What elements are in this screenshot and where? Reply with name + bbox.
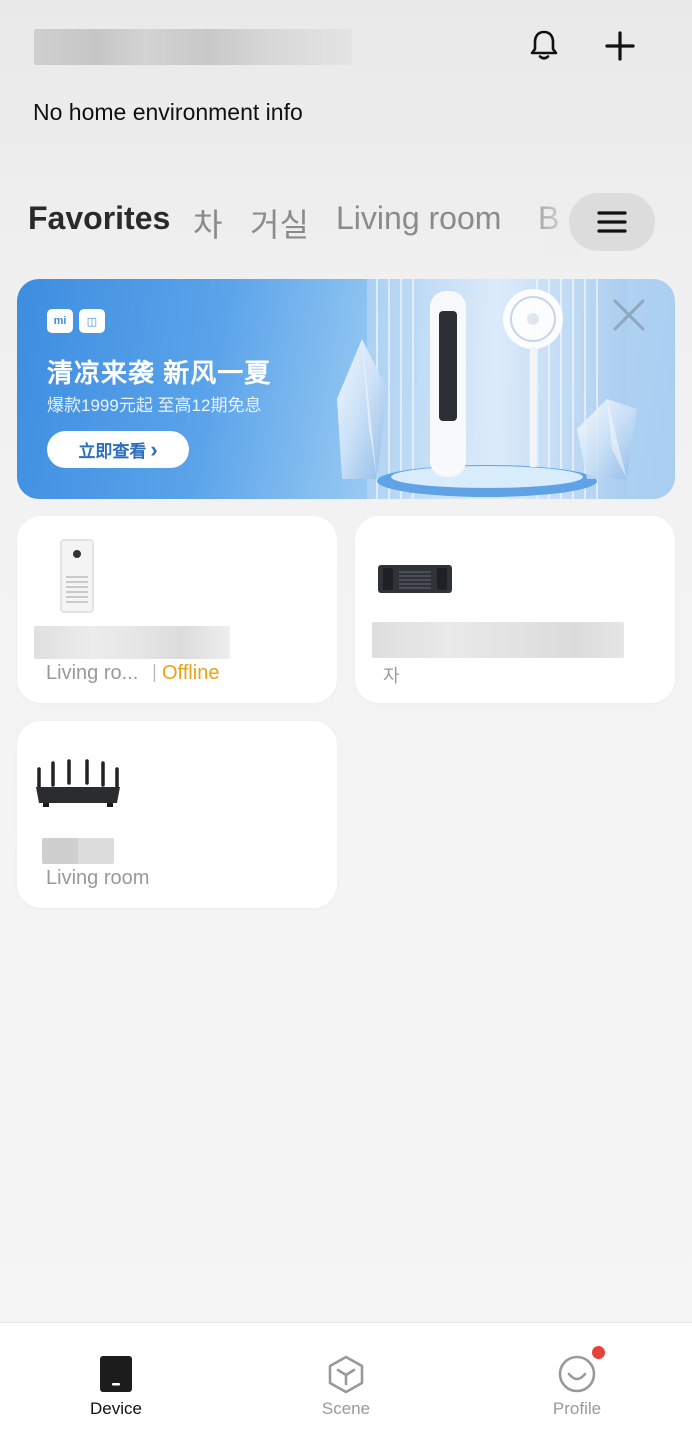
mi-logo-icon: mi: [47, 309, 73, 333]
room-tabs: Favorites 차 거실 Living room B: [0, 190, 692, 254]
banner-brand-logos: mi ◫: [47, 309, 105, 333]
device-name-redacted: [42, 838, 114, 864]
device-card-router[interactable]: Living room: [17, 721, 337, 908]
tab-living-room[interactable]: Living room: [336, 200, 501, 237]
profile-notification-badge: [592, 1346, 605, 1359]
nav-profile-label: Profile: [552, 1399, 602, 1418]
add-device-plus-icon[interactable]: [598, 24, 642, 68]
banner-subtitle: 爆款1999元起 至高12期免息: [47, 396, 262, 415]
home-name-redacted[interactable]: [34, 29, 352, 65]
nav-scene[interactable]: Scene: [266, 1323, 426, 1440]
banner-title: 清凉来袭 新风一夏: [47, 358, 272, 388]
mijia-logo-icon: ◫: [79, 309, 105, 333]
device-icon: [95, 1353, 137, 1395]
tab-geosil[interactable]: 거실: [250, 200, 309, 246]
notifications-bell-icon[interactable]: [522, 24, 566, 68]
ir-remote-hub-icon: [377, 562, 453, 601]
wifi-router-icon: [33, 759, 123, 814]
device-room-label: Living ro...: [46, 662, 139, 684]
banner-close-icon[interactable]: [607, 293, 651, 337]
nav-device-label: Device: [90, 1399, 142, 1418]
chevron-right-icon: ›: [150, 436, 158, 462]
tab-favorites[interactable]: Favorites: [28, 200, 170, 237]
hamburger-menu-icon: [597, 211, 627, 233]
device-room-label: Living room: [46, 867, 150, 889]
device-card-ir-hub[interactable]: 자: [355, 516, 675, 703]
device-room-label: 자: [383, 666, 400, 686]
tab-cha[interactable]: 차: [193, 200, 222, 246]
scene-cube-icon: [325, 1353, 367, 1395]
air-purifier-icon: [57, 538, 97, 619]
promo-banner[interactable]: mi ◫ 清凉来袭 新风一夏 爆款1999元起 至高12期免息 立即查看 ›: [17, 279, 675, 499]
status-separator: |: [152, 662, 157, 683]
nav-device[interactable]: Device: [36, 1323, 196, 1440]
home-environment-info: No home environment info: [33, 99, 303, 125]
device-card-air-purifier[interactable]: Living ro... | Offline: [17, 516, 337, 703]
nav-scene-label: Scene: [321, 1399, 371, 1418]
device-name-redacted: [372, 622, 624, 658]
banner-view-now-button[interactable]: 立即查看 ›: [47, 431, 189, 468]
nav-profile[interactable]: Profile: [497, 1323, 657, 1440]
device-name-redacted: [34, 626, 230, 659]
banner-button-label: 立即查看: [78, 442, 147, 461]
device-status-offline: Offline: [162, 662, 220, 684]
room-menu-button[interactable]: [569, 193, 655, 251]
profile-smile-icon: [556, 1353, 598, 1395]
bottom-navigation: Device Scene Profile: [0, 1322, 692, 1440]
